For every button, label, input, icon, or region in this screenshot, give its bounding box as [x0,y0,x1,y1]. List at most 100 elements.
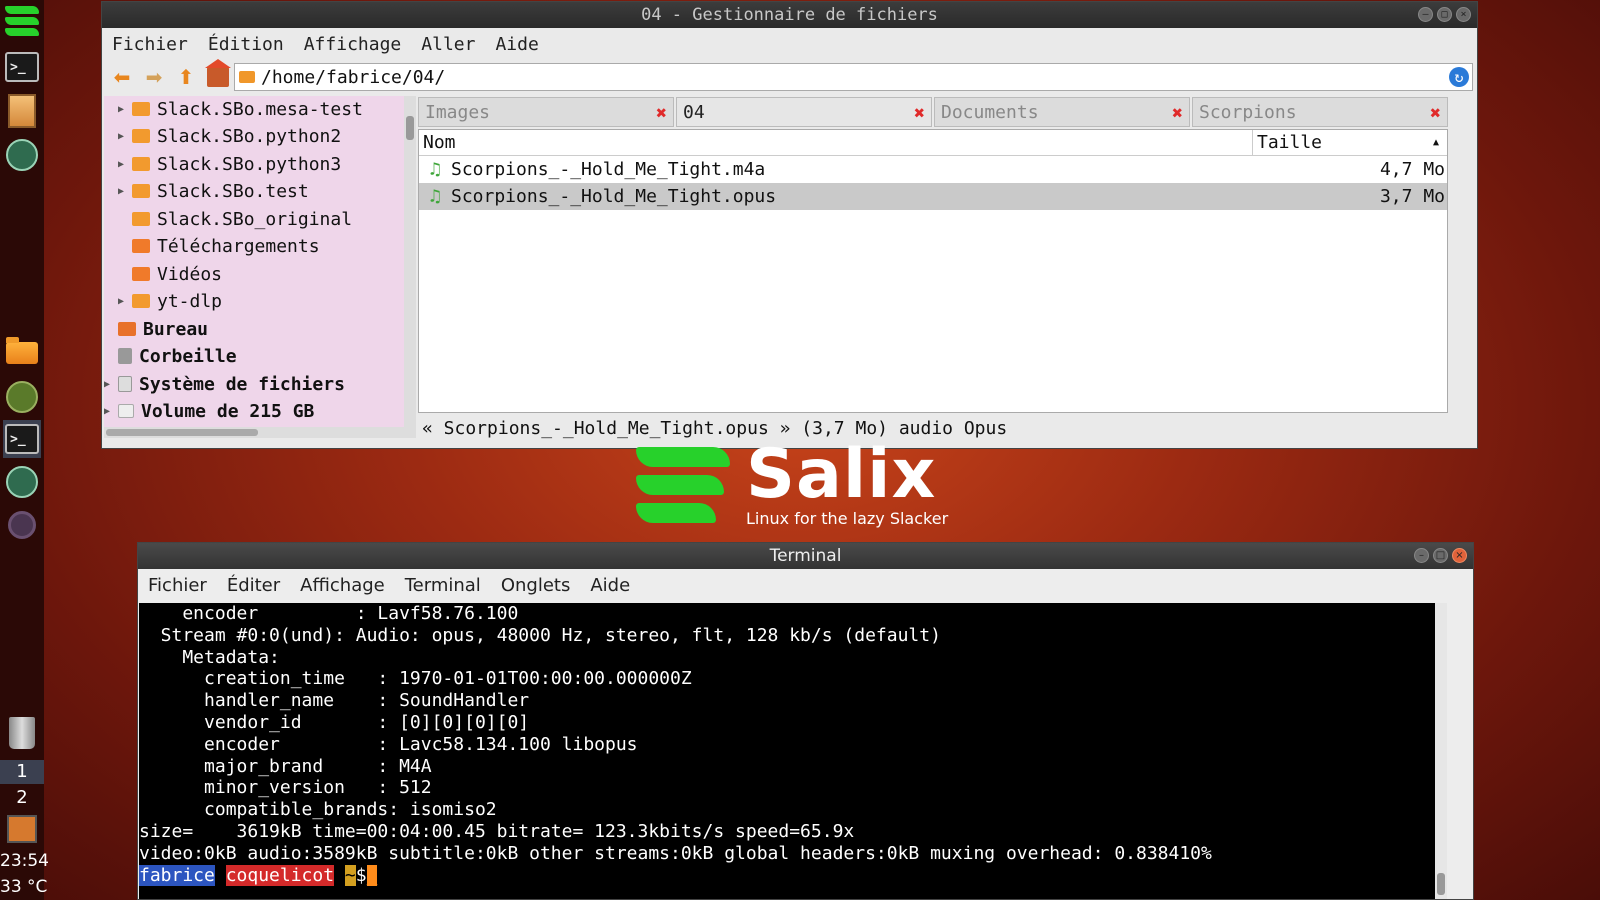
folder-icon [239,71,255,83]
audio-file-icon: ♫ [429,186,441,207]
terminal-line: major_brand : M4A [139,755,432,777]
folder-icon [132,102,150,116]
window-title: Terminal [769,546,842,566]
folder-icon [132,184,150,198]
menu-editer[interactable]: Éditer [227,575,280,596]
tree-item[interactable]: ▶ Slack.SBo.test [118,178,309,204]
tree-item[interactable]: ▶ Slack.SBo.python3 [118,151,341,177]
terminal-line: vendor_id : [0][0][0][0] [139,711,530,733]
file-manager-window: 04 - Gestionnaire de fichiers – □ × Fich… [101,1,1478,449]
menu-aide[interactable]: Aide [590,575,630,596]
terminal-line: compatible_brands: isomiso2 [139,799,497,821]
column-size[interactable]: Taille ▲ [1253,130,1447,155]
expand-icon[interactable]: ▶ [104,379,118,390]
close-tab-icon[interactable]: ✖ [1172,103,1183,124]
media-player-task-icon[interactable] [3,506,41,544]
expand-icon[interactable]: ▶ [118,104,132,115]
salix-menu-icon[interactable] [3,2,41,40]
temperature: 33 °C [0,877,48,897]
tree-item[interactable]: ▶ Slack.SBo.python2 [118,123,341,149]
expand-icon[interactable]: ▶ [118,186,132,197]
salix-logo: Salix Linux for the lazy Slacker [636,435,966,537]
expand-icon[interactable]: ▶ [104,406,118,417]
up-icon[interactable]: ⬆ [174,65,198,89]
prompt-line[interactable]: fabrice coquelicot ~$_ [139,864,1435,887]
terminal-task-icon[interactable]: >_ [3,420,41,458]
close-tab-icon[interactable]: ✖ [914,103,925,124]
expand-icon[interactable]: ▶ [118,296,132,307]
tree-item[interactable]: Slack.SBo_original [118,206,352,232]
expand-icon[interactable]: ▶ [118,159,132,170]
menu-terminal[interactable]: Terminal [405,575,481,596]
menu-onglets[interactable]: Onglets [501,575,571,596]
terminal-scrollbar[interactable] [1435,603,1447,899]
forward-icon[interactable]: ➡ [142,65,166,89]
menu-affichage[interactable]: Affichage [300,575,385,596]
archive-launcher-icon[interactable] [3,92,41,130]
place-item-bureau[interactable]: Bureau [104,316,208,342]
menu-affichage[interactable]: Affichage [304,34,402,55]
close-button[interactable]: × [1456,7,1471,22]
file-row[interactable]: ♫ Scorpions_-_Hold_Me_Tight.m4a 4,7 Mo [419,156,1447,183]
file-manager-task-icon[interactable] [3,334,41,372]
home-icon[interactable] [205,59,231,89]
minimize-button[interactable]: – [1414,548,1429,563]
tab-documents[interactable]: Documents ✖ [934,97,1190,127]
maximize-button[interactable]: □ [1437,7,1452,22]
file-row[interactable]: ♫ Scorpions_-_Hold_Me_Tight.opus 3,7 Mo [419,183,1447,210]
menu-aide[interactable]: Aide [495,34,538,55]
terminal-output[interactable]: encoder : Lavf58.76.100 Stream #0:0(und)… [139,603,1435,899]
terminal-menubar: Fichier Éditer Affichage Terminal Onglet… [138,569,1473,601]
window-title: 04 - Gestionnaire de fichiers [641,5,938,25]
trash-icon[interactable] [3,714,41,752]
text-cursor: _ [366,864,378,886]
folder-icon [132,212,150,226]
tab-images[interactable]: Images ✖ [418,97,674,127]
close-tab-icon[interactable]: ✖ [656,103,667,124]
menu-fichier[interactable]: Fichier [112,34,188,55]
place-item-corbeille[interactable]: Corbeille [104,343,237,369]
logo-name: Salix [746,435,937,514]
tab-04[interactable]: 04 ✖ [676,97,932,127]
terminal-line: video:0kB audio:3589kB subtitle:0kB othe… [139,842,1212,864]
menu-fichier[interactable]: Fichier [148,575,207,596]
place-item-volume[interactable]: ▶ Volume de 215 GB [104,398,314,424]
terminal-launcher-icon[interactable]: >_ [3,48,41,86]
trash-icon [118,348,132,364]
prompt-symbol: $ [355,864,367,886]
close-tab-icon[interactable]: ✖ [1430,103,1441,124]
sidebar-vertical-scrollbar[interactable] [404,96,416,438]
close-button[interactable]: × [1452,548,1467,563]
tree-item[interactable]: ▶ Slack.SBo.mesa-test [118,96,363,122]
path-input[interactable]: /home/fabrice/04/ ↻ [234,63,1473,91]
file-list: Nom Taille ▲ ♫ Scorpions_-_Hold_Me_Tight.… [418,129,1448,413]
sidebar-horizontal-scrollbar[interactable] [104,427,404,438]
folder-icon [132,129,150,143]
terminal-titlebar[interactable]: Terminal – □ × [138,543,1473,569]
back-icon[interactable]: ⬅ [110,65,134,89]
file-manager-titlebar[interactable]: 04 - Gestionnaire de fichiers – □ × [102,2,1477,28]
column-name[interactable]: Nom [419,130,1253,155]
file-size: 3,7 Mo [1379,186,1445,207]
tree-item[interactable]: Téléchargements [118,233,320,259]
place-item-filesystem[interactable]: ▶ Système de fichiers [104,371,345,397]
prompt-host: coquelicot [225,864,335,886]
refresh-icon[interactable]: ↻ [1449,67,1469,87]
browser-task-icon[interactable] [3,463,41,501]
tree-item[interactable]: ▶ yt-dlp [118,288,222,314]
minimize-button[interactable]: – [1418,7,1433,22]
tree-item[interactable]: Vidéos [118,261,222,287]
menu-aller[interactable]: Aller [421,34,475,55]
browser-launcher-icon[interactable] [3,136,41,174]
maximize-button[interactable]: □ [1433,548,1448,563]
folder-icon [132,294,150,308]
workspace-1[interactable]: 1 [0,760,44,784]
workspace-2[interactable]: 2 [0,786,44,810]
editor-task-icon[interactable] [3,378,41,416]
expand-icon[interactable]: ▶ [118,131,132,142]
desktop-icon [118,322,136,336]
filesystem-icon [118,376,132,392]
tab-scorpions[interactable]: Scorpions ✖ [1192,97,1448,127]
network-icon[interactable] [3,810,41,848]
menu-edition[interactable]: Édition [208,34,284,55]
